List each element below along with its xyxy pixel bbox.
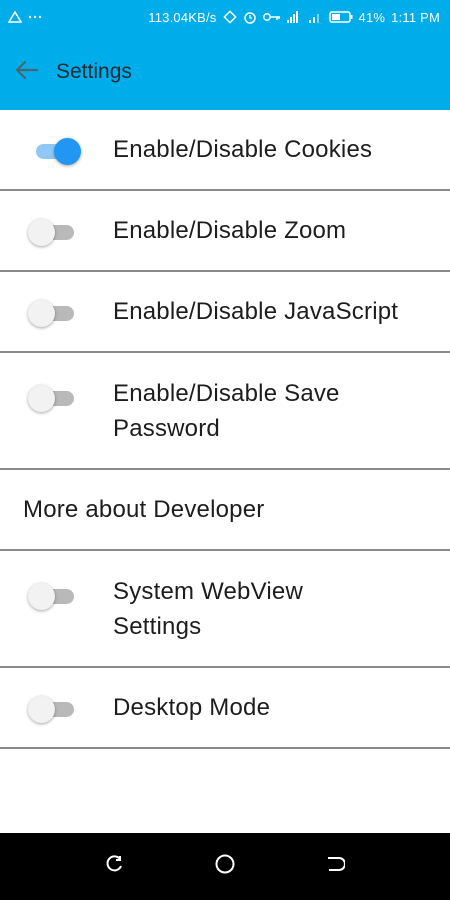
back-nav-button[interactable]	[315, 847, 355, 887]
toggle-thumb	[28, 696, 55, 723]
signal-icon	[286, 11, 303, 23]
setting-system-webview[interactable]: System WebView Settings	[0, 551, 450, 668]
setting-desktop-mode[interactable]: Desktop Mode	[0, 668, 450, 749]
status-bar: 113.04KB/s 41% 1:11 PM	[0, 0, 450, 34]
toggle-thumb	[28, 219, 55, 246]
switch-container	[0, 191, 113, 270]
toggle-thumb	[28, 300, 55, 327]
network-speed: 113.04KB/s	[148, 9, 217, 25]
switch-container	[0, 353, 113, 468]
switch-container	[0, 272, 113, 351]
javascript-toggle[interactable]	[28, 298, 76, 328]
home-icon	[214, 853, 236, 880]
alarm-icon	[243, 10, 257, 24]
toggle-thumb	[54, 138, 81, 165]
recent-apps-icon	[105, 854, 125, 879]
setting-label-line2: Settings	[113, 612, 202, 640]
settings-list: Enable/Disable Cookies Enable/Disable Zo…	[0, 110, 450, 749]
setting-label-line1: System WebView	[113, 577, 303, 605]
battery-level: 41%	[358, 9, 386, 25]
back-button[interactable]	[0, 34, 54, 110]
setting-label: Desktop Mode	[113, 694, 271, 721]
home-button[interactable]	[205, 847, 245, 887]
setting-javascript[interactable]: Enable/Disable JavaScript	[0, 272, 450, 353]
toggle-thumb	[28, 583, 55, 610]
setting-label: Enable/Disable Save Password	[113, 376, 433, 446]
page-title: Settings	[56, 60, 132, 83]
switch-container	[0, 110, 113, 189]
setting-label: Enable/Disable Cookies	[113, 136, 373, 163]
app-bar: Settings	[0, 34, 450, 110]
switch-container	[0, 551, 113, 666]
setting-save-password[interactable]: Enable/Disable Save Password	[0, 353, 450, 470]
save-password-toggle[interactable]	[28, 383, 76, 413]
webview-toggle[interactable]	[28, 581, 76, 611]
back-icon	[325, 854, 346, 879]
more-notifications-icon	[28, 15, 42, 19]
recent-apps-button[interactable]	[95, 847, 135, 887]
status-bar-right: 113.04KB/s 41% 1:11 PM	[148, 10, 440, 25]
setting-label: More about Developer	[23, 496, 265, 523]
setting-more-about-developer[interactable]: More about Developer	[0, 470, 450, 551]
arrow-left-icon	[15, 60, 39, 85]
switch-container	[0, 668, 113, 747]
setting-label: Enable/Disable JavaScript	[113, 298, 399, 325]
signal-2-icon	[308, 11, 323, 23]
toggle-thumb	[28, 385, 55, 412]
setting-label-line1: Enable/Disable Save	[113, 379, 340, 407]
setting-label: Enable/Disable Zoom	[113, 217, 347, 244]
setting-label: System WebView Settings	[113, 574, 433, 644]
clock: 1:11 PM	[391, 9, 440, 25]
setting-cookies[interactable]: Enable/Disable Cookies	[0, 110, 450, 191]
zoom-toggle[interactable]	[28, 217, 76, 247]
desktop-mode-toggle[interactable]	[28, 694, 76, 724]
setting-zoom[interactable]: Enable/Disable Zoom	[0, 191, 450, 272]
status-bar-left	[8, 11, 42, 23]
cookies-toggle[interactable]	[28, 136, 81, 166]
rotate-icon	[222, 10, 237, 24]
setting-label-line2: Password	[113, 414, 220, 442]
key-icon	[262, 12, 281, 22]
battery-icon	[328, 11, 353, 23]
warning-icon	[8, 11, 22, 23]
navigation-bar	[0, 833, 450, 900]
